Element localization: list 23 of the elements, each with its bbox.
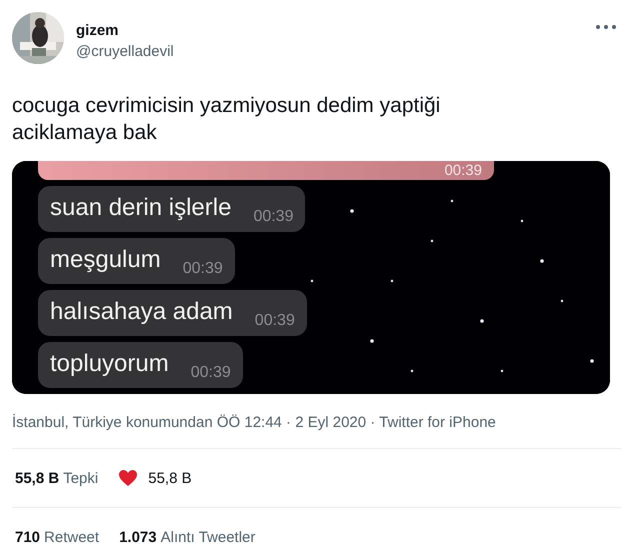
tweet-meta: İstanbul, Türkiye konumundan ÖÖ 12:44 · 2 Eyl 2020 · Twitter for iPhone xyxy=(12,414,497,431)
message-time: 00:39 xyxy=(190,364,231,382)
tweet-text: cocuga cevrimicisin yazmiyosun dedim yaptiği aciklamaya bak xyxy=(12,93,442,146)
stat-count: 1.073 xyxy=(119,528,157,546)
message-text: suan derin işlerle xyxy=(50,193,232,223)
author-name[interactable]: gizem xyxy=(76,22,583,39)
more-icon[interactable] xyxy=(595,24,617,30)
heart-count: 55,8 B xyxy=(148,470,192,486)
message-text: topluyorum xyxy=(50,349,169,379)
message-time: 00:39 xyxy=(444,163,482,178)
reaction-label[interactable]: Tepki xyxy=(63,470,98,486)
message-time: 00:39 xyxy=(182,260,223,278)
stat-label[interactable]: Retweet xyxy=(44,528,100,546)
stat-count: 710 xyxy=(15,528,40,546)
message-text: meşgulum xyxy=(50,245,161,275)
reaction-count: 55,8 B xyxy=(15,470,60,486)
heart-icon xyxy=(118,469,138,487)
chat-screenshot[interactable]: 00:39 suan derin işlerle 00:39 meşgulum 00:39 halısahaya adam 00:39 topluyorum 00:39 xyxy=(12,161,610,394)
message-time: 00:39 xyxy=(254,312,295,330)
message-text: halısahaya adam xyxy=(50,297,233,327)
stat-label[interactable]: Alıntı Tweetler xyxy=(160,528,256,546)
message-time: 00:39 xyxy=(253,208,294,226)
author-handle[interactable]: @cruyelladevil xyxy=(76,43,583,60)
